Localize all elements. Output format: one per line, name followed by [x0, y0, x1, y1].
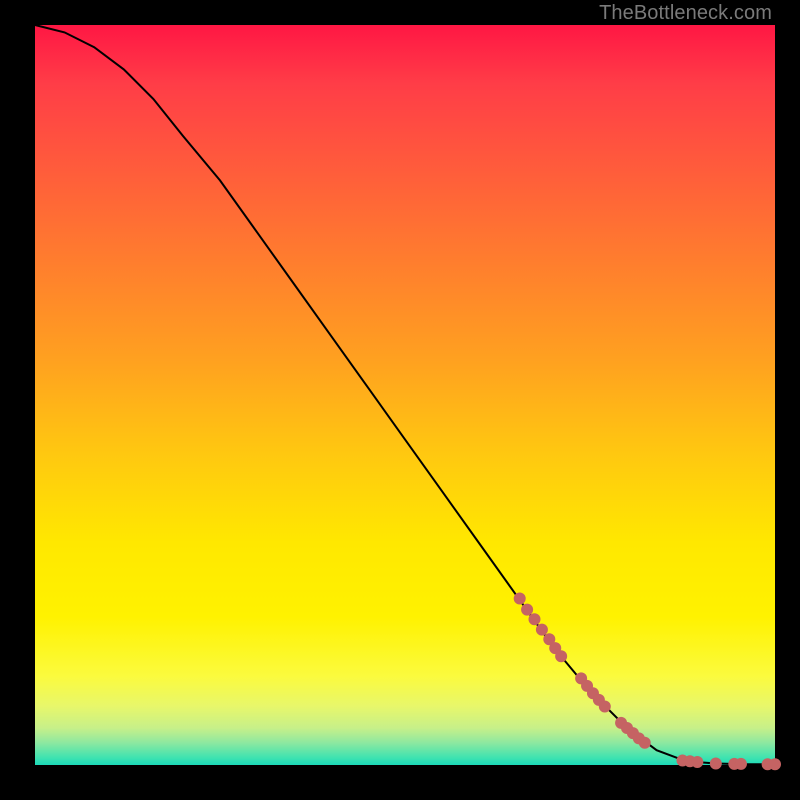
- data-dot: [735, 758, 747, 770]
- data-dot: [529, 613, 541, 625]
- data-dot: [710, 758, 722, 770]
- data-dot: [521, 604, 533, 616]
- chart-svg: [35, 25, 775, 765]
- data-dot: [555, 650, 567, 662]
- plot-area: [35, 25, 775, 765]
- bottleneck-curve: [35, 25, 775, 764]
- data-dot: [536, 624, 548, 636]
- data-dot: [691, 756, 703, 768]
- data-dot: [599, 701, 611, 713]
- data-dots-group: [514, 593, 781, 771]
- chart-container: TheBottleneck.com: [0, 0, 800, 800]
- data-dot: [639, 737, 651, 749]
- data-dot: [514, 593, 526, 605]
- watermark-text: TheBottleneck.com: [599, 2, 772, 25]
- data-dot: [769, 758, 781, 770]
